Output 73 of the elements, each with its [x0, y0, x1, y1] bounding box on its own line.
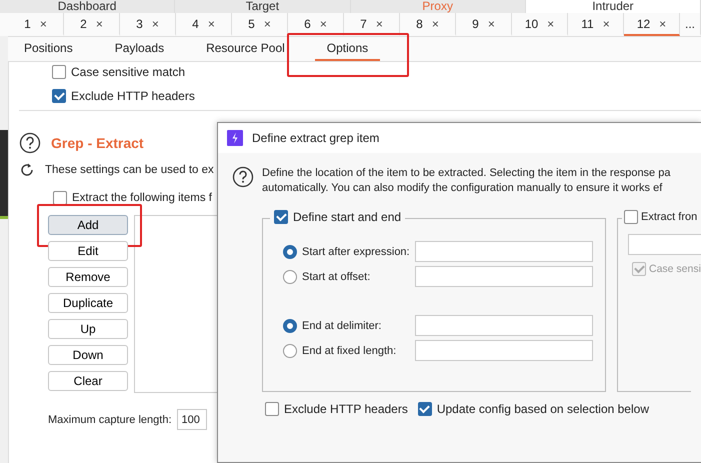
- radio-button[interactable]: [283, 344, 297, 358]
- attack-tab[interactable]: 7 ×: [344, 13, 400, 36]
- close-icon[interactable]: ×: [659, 16, 666, 30]
- attack-tab[interactable]: 5 ×: [232, 13, 288, 36]
- option-label: Update config based on selection below: [436, 402, 649, 416]
- sub-tab[interactable]: Payloads: [102, 37, 176, 61]
- radio-label: Start after expression:: [302, 246, 410, 258]
- list-button[interactable]: Edit: [48, 241, 128, 261]
- close-icon[interactable]: ×: [208, 16, 215, 30]
- radio-label: End at delimiter:: [302, 320, 382, 332]
- dialog-description: Define the location of the item to be extracted. Selecting the item in the response pa automatically. You can also modify the configuration manually to ensure it works ef: [262, 166, 670, 196]
- list-button[interactable]: Remove: [48, 267, 128, 287]
- radio-label: Start at offset:: [302, 270, 370, 282]
- input-field[interactable]: [628, 234, 701, 255]
- option-label: Exclude HTTP headers: [284, 402, 408, 416]
- group-label: Define start and end: [293, 210, 402, 224]
- radio-button[interactable]: [283, 270, 297, 284]
- attack-tab[interactable]: 1 ×: [8, 13, 64, 36]
- radio-label: End at fixed length:: [302, 344, 396, 356]
- option-label: Extract the following items f: [72, 192, 212, 204]
- attack-tab[interactable]: 9 ×: [456, 13, 512, 36]
- attack-tab[interactable]: 6 ×: [288, 13, 344, 36]
- close-icon[interactable]: ×: [376, 16, 383, 30]
- close-icon[interactable]: ×: [264, 16, 271, 30]
- option-label: Exclude HTTP headers: [71, 89, 195, 103]
- close-icon[interactable]: ×: [40, 16, 47, 30]
- close-icon[interactable]: ×: [547, 16, 554, 30]
- checkbox[interactable]: [624, 210, 638, 224]
- section-title: Grep - Extract: [51, 135, 144, 151]
- list-button[interactable]: Add: [48, 215, 128, 235]
- refresh-icon: [19, 162, 35, 178]
- option-label: Case sensi: [649, 263, 701, 275]
- section-description: These settings can be used to ex: [45, 164, 214, 176]
- close-icon[interactable]: ×: [432, 16, 439, 30]
- radio-button[interactable]: [283, 318, 297, 332]
- input-field[interactable]: 100: [176, 409, 206, 430]
- input-field[interactable]: [415, 266, 593, 287]
- list-button[interactable]: Duplicate: [48, 293, 128, 313]
- dialog-title: Define extract grep item: [252, 131, 380, 145]
- checkbox[interactable]: [265, 402, 279, 416]
- checkbox[interactable]: [274, 210, 288, 224]
- list-button[interactable]: Down: [48, 345, 128, 365]
- close-icon[interactable]: ×: [320, 16, 327, 30]
- help-icon: [19, 132, 41, 154]
- lightning-icon: [227, 130, 243, 146]
- checkbox[interactable]: [52, 89, 66, 103]
- field-label: Maximum capture length:: [48, 414, 172, 426]
- attack-tab[interactable]: ...: [680, 13, 701, 36]
- attack-tab[interactable]: 4 ×: [176, 13, 232, 36]
- sub-tab[interactable]: Resource Pool: [194, 37, 297, 61]
- checkbox[interactable]: [418, 402, 432, 416]
- attack-tab[interactable]: 3 ×: [120, 13, 176, 36]
- radio-button[interactable]: [283, 244, 297, 258]
- option-label: Case sensitive match: [71, 65, 186, 79]
- input-field[interactable]: [415, 241, 593, 262]
- attack-tab[interactable]: 10 ×: [512, 13, 568, 36]
- close-icon[interactable]: ×: [152, 16, 159, 30]
- checkbox[interactable]: [52, 65, 66, 79]
- list-button[interactable]: Up: [48, 319, 128, 339]
- sub-tab[interactable]: Positions: [12, 37, 85, 61]
- close-icon[interactable]: ×: [96, 16, 103, 30]
- group-label: Extract fron: [641, 211, 698, 223]
- input-field[interactable]: [415, 340, 593, 361]
- attack-tab[interactable]: 2 ×: [64, 13, 120, 36]
- close-icon[interactable]: ×: [488, 16, 495, 30]
- close-icon[interactable]: ×: [602, 16, 610, 30]
- input-field[interactable]: [415, 315, 593, 336]
- attack-tab[interactable]: 8 ×: [400, 13, 456, 36]
- attack-tab[interactable]: 11 ×: [568, 13, 624, 36]
- list-button[interactable]: Clear: [48, 371, 128, 391]
- help-icon: [232, 166, 254, 188]
- checkbox[interactable]: [53, 191, 67, 205]
- main-tab[interactable]: Intruder: [526, 0, 701, 13]
